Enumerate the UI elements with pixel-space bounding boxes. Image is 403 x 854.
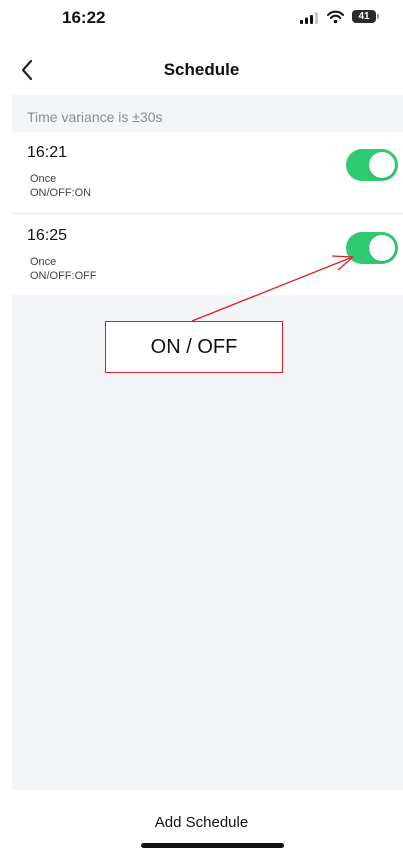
status-time: 16:22 — [62, 8, 106, 27]
home-indicator — [141, 843, 284, 848]
battery-tip — [377, 14, 379, 19]
schedule-repeat: Once — [30, 256, 57, 268]
page-title: Schedule — [163, 60, 240, 79]
nav-bar: Schedule — [0, 50, 403, 90]
schedule-toggle[interactable] — [346, 232, 398, 264]
add-schedule-button[interactable]: Add Schedule — [0, 814, 403, 831]
battery-icon: 41 — [352, 10, 380, 24]
status-bar: 16:22 41 — [0, 0, 403, 40]
signal-icon — [300, 12, 318, 24]
toggle-knob — [369, 152, 395, 178]
wifi-icon — [327, 10, 344, 24]
schedule-time: 16:25 — [27, 227, 68, 244]
schedule-item[interactable]: 16:21 Once ON/OFF:ON — [12, 132, 403, 212]
battery-level: 41 — [352, 10, 376, 23]
schedule-action: ON/OFF:OFF — [30, 270, 97, 282]
schedule-list: Time variance is ±30s 16:21 Once ON/OFF:… — [12, 95, 403, 790]
time-variance-note: Time variance is ±30s — [27, 109, 163, 125]
schedule-toggle[interactable] — [346, 149, 398, 181]
schedule-time: 16:21 — [27, 144, 68, 161]
annotation-label: ON / OFF — [150, 336, 238, 358]
schedule-item[interactable]: 16:25 Once ON/OFF:OFF — [12, 215, 403, 295]
schedule-repeat: Once — [30, 173, 57, 185]
annotation-callout: ON / OFF — [105, 321, 283, 373]
toggle-knob — [369, 235, 395, 261]
schedule-action: ON/OFF:ON — [30, 187, 92, 199]
